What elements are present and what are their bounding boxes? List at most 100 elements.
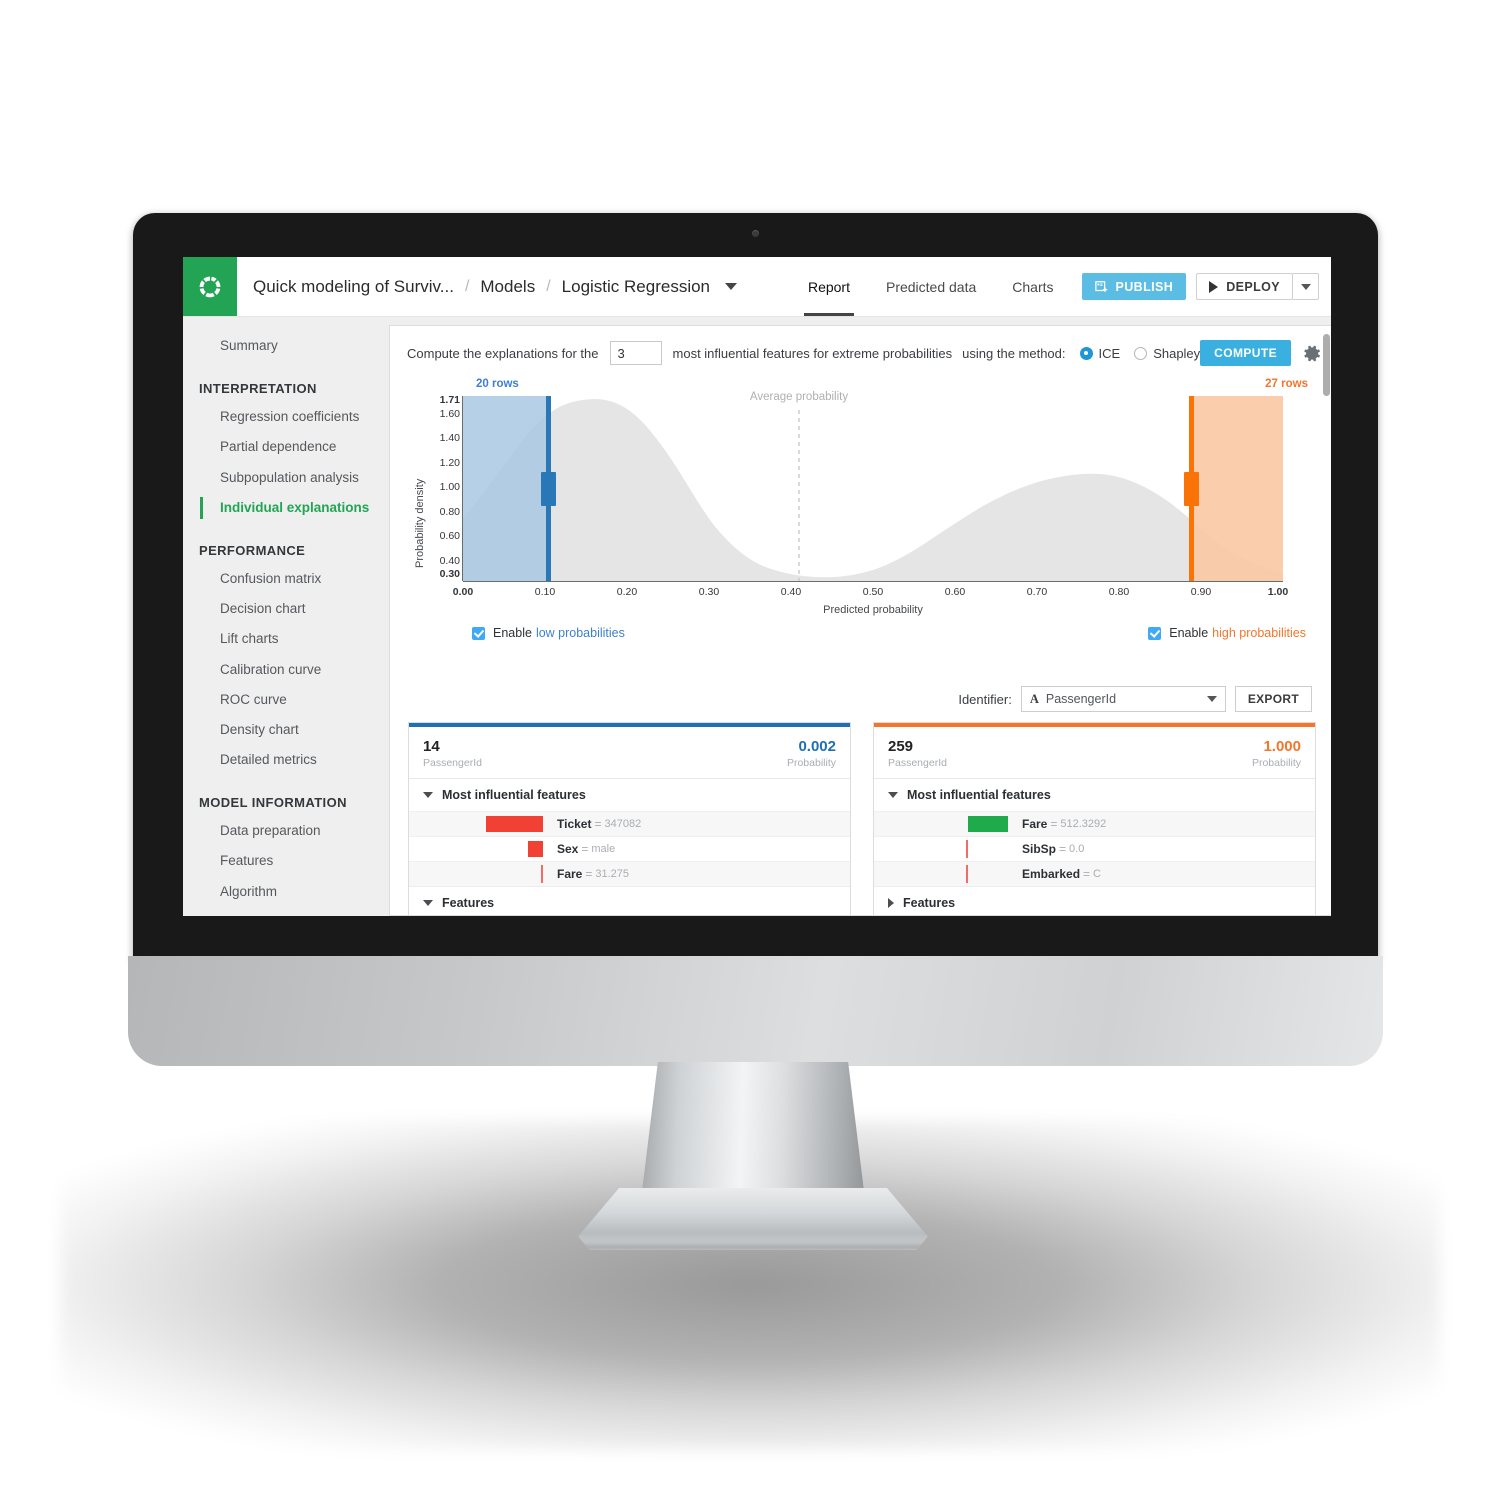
chevron-down-icon — [423, 792, 433, 798]
content-area: Compute the explanations for the most in… — [383, 317, 1331, 916]
table-row[interactable]: Ticket = 347082 — [409, 811, 850, 836]
section-features[interactable]: Features — [874, 886, 1315, 915]
method-radio-ice[interactable]: ICE — [1079, 346, 1120, 361]
sidebar-item-summary[interactable]: Summary — [183, 331, 383, 361]
chevron-down-icon — [423, 900, 433, 906]
section-most-influential-features[interactable]: Most influential features — [409, 779, 850, 811]
deploy-dropdown-button[interactable] — [1293, 273, 1319, 300]
card-identifier-label: PassengerId — [888, 757, 947, 769]
method-shapley-label: Shapley — [1153, 345, 1201, 361]
y-tick: 1.40 — [439, 432, 460, 444]
table-row[interactable]: Fare = 512.3292 — [874, 811, 1315, 836]
low-probability-band[interactable] — [463, 396, 549, 581]
y-tick: 1.71 — [439, 394, 460, 406]
card-identifier-label: PassengerId — [423, 757, 482, 769]
sidebar-item-confusion-matrix[interactable]: Confusion matrix — [183, 564, 383, 594]
sidebar-item-label: Lift charts — [220, 631, 279, 647]
sidebar-item-decision-chart[interactable]: Decision chart — [183, 594, 383, 624]
table-row[interactable]: Embarked = C — [874, 861, 1315, 886]
export-label: EXPORT — [1247, 692, 1299, 706]
tab-charts[interactable]: Charts — [994, 257, 1071, 316]
enable-high-probabilities-checkbox[interactable]: Enable high probabilities — [1148, 626, 1306, 640]
export-button[interactable]: EXPORT — [1234, 686, 1312, 712]
deploy-label: DEPLOY — [1226, 279, 1280, 294]
low-marker-handle[interactable] — [541, 472, 556, 506]
section-most-influential-features[interactable]: Most influential features — [874, 779, 1315, 811]
high-marker-handle[interactable] — [1184, 472, 1199, 506]
method-radio-shapley[interactable]: Shapley — [1134, 346, 1200, 361]
text-type-icon: A — [1029, 691, 1039, 706]
feature-name: Fare — [557, 867, 583, 881]
feature-bar-cell — [874, 812, 1022, 836]
deploy-button[interactable]: DEPLOY — [1196, 273, 1293, 300]
x-tick: 0.80 — [1108, 586, 1130, 598]
table-row[interactable]: Fare = 31.275 — [409, 861, 850, 886]
compute-text-before: Compute the explanations for the — [407, 345, 599, 361]
sidebar-item-features[interactable]: Features — [183, 846, 383, 876]
sidebar-item-roc-curve[interactable]: ROC curve — [183, 685, 383, 715]
sidebar-header-performance: PERFORMANCE — [183, 523, 383, 564]
feature-value: 347082 — [604, 818, 642, 830]
breadcrumb-model[interactable]: Logistic Regression — [562, 277, 710, 297]
sidebar-item-data-preparation[interactable]: Data preparation — [183, 816, 383, 846]
enable-high-prefix: Enable — [1169, 626, 1209, 640]
identifier-select[interactable]: A PassengerId — [1020, 686, 1226, 712]
feature-bar-cell — [409, 862, 557, 886]
monitor-scene: Quick modeling of Surviv... / Models / L… — [0, 0, 1500, 1500]
high-probability-band[interactable] — [1191, 396, 1283, 581]
sidebar: Summary INTERPRETATION Regression coeffi… — [183, 317, 383, 916]
feature-equals: = — [1050, 817, 1058, 831]
x-tick: 0.40 — [780, 586, 802, 598]
chevron-down-icon — [1206, 696, 1217, 702]
sidebar-item-lift-charts[interactable]: Lift charts — [183, 624, 383, 654]
enable-low-probabilities-checkbox[interactable]: Enable low probabilities — [472, 626, 625, 640]
sidebar-item-regression-coefficients[interactable]: Regression coefficients — [183, 402, 383, 432]
breadcrumb-project[interactable]: Quick modeling of Surviv... — [253, 277, 454, 297]
sidebar-item-algorithm[interactable]: Algorithm — [183, 877, 383, 907]
chevron-right-icon — [888, 898, 894, 908]
sidebar-item-individual-explanations[interactable]: Individual explanations — [183, 493, 383, 523]
enable-high-highlight: high probabilities — [1212, 626, 1306, 640]
sidebar-item-label: ROC curve — [220, 691, 287, 707]
publish-button[interactable]: PUBLISH — [1081, 273, 1187, 300]
monitor-chin — [128, 956, 1383, 1066]
tab-charts-label: Charts — [1012, 278, 1054, 295]
enable-low-highlight: low probabilities — [535, 626, 625, 640]
feature-equals: = — [594, 817, 602, 831]
feature-equals: = — [1059, 842, 1067, 856]
tab-report[interactable]: Report — [790, 257, 868, 316]
tab-predicted-data[interactable]: Predicted data — [868, 257, 994, 316]
breadcrumb-models[interactable]: Models — [480, 277, 535, 297]
panel-scrollbar[interactable] — [1322, 334, 1330, 396]
sidebar-item-density-chart[interactable]: Density chart — [183, 715, 383, 745]
feature-name: SibSp — [1022, 842, 1057, 856]
table-row[interactable]: Sex = male — [409, 836, 850, 861]
compute-button[interactable]: COMPUTE — [1200, 340, 1291, 366]
chevron-down-icon — [1300, 283, 1311, 290]
section-label: Most influential features — [907, 788, 1051, 802]
influential-features-count-input[interactable] — [609, 341, 662, 365]
y-tick: 0.40 — [439, 555, 460, 567]
feature-value: 0.0 — [1069, 843, 1085, 855]
identifier-row: Identifier: A PassengerId EXPORT — [390, 678, 1331, 722]
chevron-down-icon[interactable] — [725, 283, 738, 290]
section-features[interactable]: Features — [409, 886, 850, 915]
explanation-cards: 14 PassengerId 0.002 Probability Most in… — [390, 722, 1331, 915]
y-tick: 0.60 — [439, 530, 460, 542]
table-row[interactable]: SibSp = 0.0 — [874, 836, 1315, 861]
gear-icon[interactable] — [1303, 344, 1322, 363]
x-tick: 0.30 — [698, 586, 720, 598]
sidebar-item-detailed-metrics[interactable]: Detailed metrics — [183, 745, 383, 775]
radio-ice-icon — [1079, 346, 1093, 360]
app-logo[interactable] — [183, 257, 237, 316]
sidebar-item-partial-dependence[interactable]: Partial dependence — [183, 432, 383, 462]
sidebar-item-calibration-curve[interactable]: Calibration curve — [183, 655, 383, 685]
explanation-card-high: 259 PassengerId 1.000 Probability Most i… — [873, 722, 1316, 915]
feature-bar — [968, 816, 1008, 832]
feature-value: male — [591, 843, 616, 855]
sidebar-item-subpopulation-analysis[interactable]: Subpopulation analysis — [183, 463, 383, 493]
high-rows-label: 27 rows — [1265, 378, 1308, 390]
sidebar-item-label: Decision chart — [220, 601, 306, 617]
compute-options-bar: Compute the explanations for the most in… — [390, 326, 1331, 376]
sidebar-item-label: Summary — [220, 338, 278, 353]
